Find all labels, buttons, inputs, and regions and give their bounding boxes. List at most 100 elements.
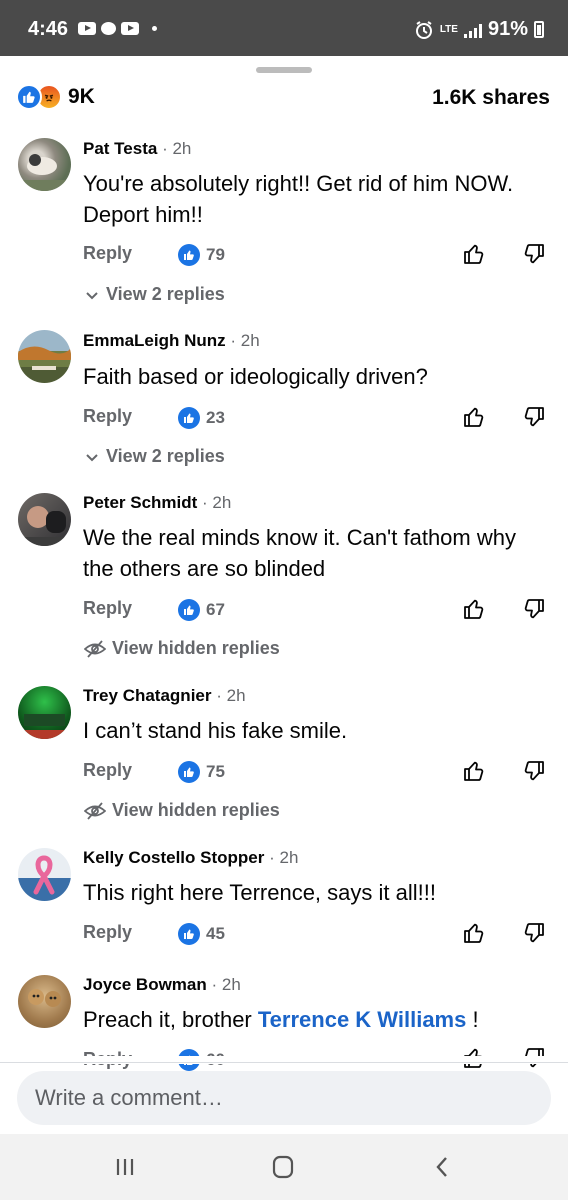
comment-likes[interactable]: 45: [178, 923, 225, 945]
comment-time[interactable]: · 2h: [202, 493, 231, 512]
comment-text: We the real minds know it. Can't fathom …: [83, 525, 516, 581]
alarm-icon: [415, 20, 432, 39]
comment-composer[interactable]: [17, 1071, 551, 1125]
eye-slash-icon: [84, 801, 106, 820]
view-replies-label: View hidden replies: [112, 800, 280, 820]
avatar[interactable]: [18, 848, 71, 901]
youtube-icon: [78, 22, 96, 35]
comment-text-suffix: !: [466, 1007, 479, 1032]
comment-text: Faith based or ideologically driven?: [83, 364, 428, 389]
view-hidden-replies-link[interactable]: View hidden replies: [84, 800, 280, 821]
thumbs-up-icon[interactable]: [462, 242, 486, 266]
thumbs-up-icon[interactable]: [462, 597, 486, 621]
comment-text: I can’t stand his fake smile.: [83, 718, 348, 743]
thumbs-down-icon[interactable]: [522, 405, 546, 429]
reaction-summary[interactable]: 9K: [16, 84, 95, 110]
chevron-down-icon: [86, 291, 98, 299]
avatar[interactable]: [18, 330, 71, 383]
comment-text: You're absolutely right!! Get rid of him…: [83, 171, 514, 227]
view-replies-label: View 2 replies: [106, 284, 225, 304]
like-badge-icon: [178, 407, 200, 429]
commenter-name[interactable]: Kelly Costello Stopper: [83, 848, 264, 867]
commenter-name[interactable]: Trey Chatagnier: [83, 686, 212, 705]
comment-text: This right here Terrence, says it all!!!: [83, 880, 436, 905]
status-time: 4:46: [28, 18, 69, 40]
like-reaction-icon: [16, 84, 42, 110]
more-dot-icon: [152, 26, 157, 31]
reply-button[interactable]: Reply: [83, 406, 132, 427]
reply-button[interactable]: Reply: [83, 922, 132, 943]
system-nav-bar: [0, 1134, 568, 1200]
thumbs-up-icon[interactable]: [462, 921, 486, 945]
view-replies-link[interactable]: View 2 replies: [84, 446, 225, 467]
chevron-down-icon: [86, 453, 98, 461]
thumbs-up-icon[interactable]: [462, 759, 486, 783]
comment-header: Kelly Costello Stopper · 2h: [83, 848, 298, 868]
comment-header: Pat Testa · 2h: [83, 139, 191, 159]
like-count: 45: [206, 924, 225, 943]
like-count: 23: [206, 408, 225, 427]
comment-text-prefix: Preach it, brother: [83, 1007, 258, 1032]
comment-likes[interactable]: 75: [178, 761, 225, 783]
like-badge-icon: [178, 761, 200, 783]
back-icon[interactable]: [428, 1154, 458, 1180]
comment-likes[interactable]: 67: [178, 599, 225, 621]
reply-button[interactable]: Reply: [83, 760, 132, 781]
avatar[interactable]: [18, 493, 71, 546]
reply-button[interactable]: Reply: [83, 243, 132, 264]
youtube-icon: [121, 22, 139, 35]
divider: [0, 1062, 568, 1063]
sheet-grabber[interactable]: [256, 67, 312, 73]
avatar[interactable]: [18, 686, 71, 739]
battery-percent: 91%: [487, 18, 528, 40]
comment-likes[interactable]: 79: [178, 244, 225, 266]
comment-header: Trey Chatagnier · 2h: [83, 686, 246, 706]
thumbs-down-icon[interactable]: [522, 759, 546, 783]
thumbs-up-icon[interactable]: [462, 405, 486, 429]
status-bar: 4:46 LTE 91%: [0, 0, 568, 56]
avatar[interactable]: [18, 975, 71, 1028]
view-hidden-replies-link[interactable]: View hidden replies: [84, 638, 280, 659]
view-replies-label: View hidden replies: [112, 638, 280, 658]
comment-header: Peter Schmidt · 2h: [83, 493, 231, 513]
commenter-name[interactable]: Peter Schmidt: [83, 493, 197, 512]
signal-icon: [463, 22, 482, 38]
comment-likes[interactable]: 23: [178, 407, 225, 429]
recent-apps-icon[interactable]: [110, 1154, 140, 1180]
like-count: 75: [206, 762, 225, 781]
comment-header: Joyce Bowman · 2h: [83, 975, 241, 995]
mention-link[interactable]: Terrence K Williams: [258, 1007, 466, 1032]
avatar[interactable]: [18, 138, 71, 191]
view-replies-link[interactable]: View 2 replies: [84, 284, 225, 305]
reply-button[interactable]: Reply: [83, 598, 132, 619]
home-icon[interactable]: [268, 1154, 298, 1180]
commenter-name[interactable]: Joyce Bowman: [83, 975, 207, 994]
comment-time[interactable]: · 2h: [230, 331, 259, 350]
reaction-count: 9K: [68, 85, 95, 108]
status-right: LTE 91%: [414, 18, 544, 41]
eye-slash-icon: [84, 639, 106, 658]
notification-icons: [78, 22, 157, 35]
share-count[interactable]: 1.6K shares: [432, 86, 550, 110]
like-badge-icon: [178, 599, 200, 621]
like-badge-icon: [178, 923, 200, 945]
like-count: 79: [206, 245, 225, 264]
comment-time[interactable]: · 2h: [212, 975, 241, 994]
commenter-name[interactable]: Pat Testa: [83, 139, 157, 158]
view-replies-label: View 2 replies: [106, 446, 225, 466]
comment-text: Preach it, brother Terrence K Williams !: [83, 1004, 543, 1035]
comment-time[interactable]: · 2h: [269, 848, 298, 867]
thumbs-down-icon[interactable]: [522, 242, 546, 266]
lte-indicator: LTE: [439, 24, 458, 35]
comment-header: EmmaLeigh Nunz · 2h: [83, 331, 260, 351]
comment-input[interactable]: [17, 1071, 551, 1125]
like-count: 67: [206, 600, 225, 619]
comment-time[interactable]: · 2h: [216, 686, 245, 705]
like-badge-icon: [178, 244, 200, 266]
battery-icon: [534, 21, 544, 38]
thumbs-down-icon[interactable]: [522, 597, 546, 621]
commenter-name[interactable]: EmmaLeigh Nunz: [83, 331, 226, 350]
comment-time[interactable]: · 2h: [162, 139, 191, 158]
thumbs-down-icon[interactable]: [522, 921, 546, 945]
chat-bubble-icon: [101, 22, 116, 35]
